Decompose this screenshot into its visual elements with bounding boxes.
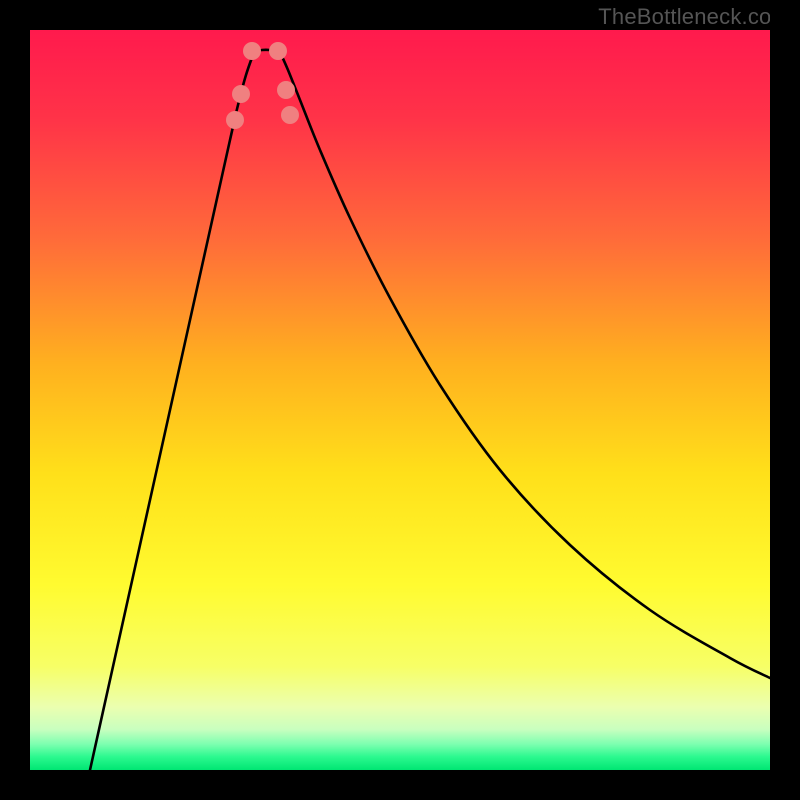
chart-frame xyxy=(30,30,770,770)
watermark-text: TheBottleneck.com xyxy=(598,4,790,30)
left-border xyxy=(0,0,30,800)
bottom-border xyxy=(0,770,800,800)
right-border xyxy=(770,0,800,800)
chart-background xyxy=(30,30,770,770)
